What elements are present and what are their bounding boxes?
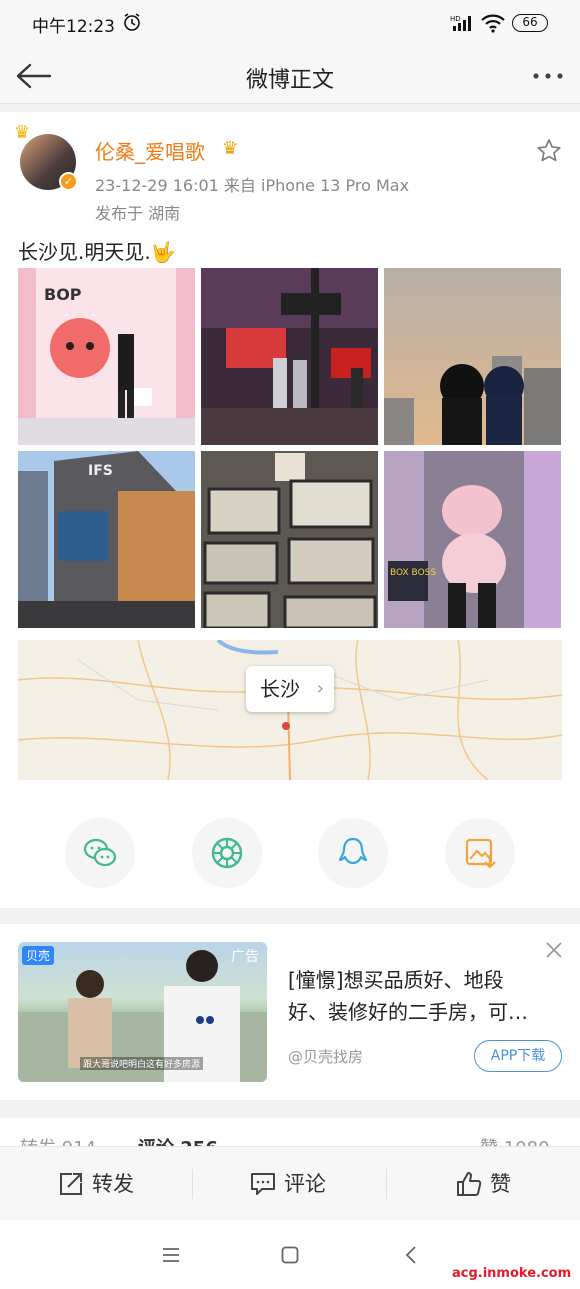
back-icon[interactable] bbox=[404, 1245, 418, 1265]
network-type: HD bbox=[450, 15, 461, 23]
watermark: acg.inmoke.com bbox=[452, 1266, 572, 1281]
photo-2[interactable] bbox=[201, 268, 378, 445]
wechat-icon bbox=[83, 838, 117, 867]
crown-icon: ♛ bbox=[14, 122, 31, 143]
forward-button[interactable]: 转发 bbox=[58, 1147, 168, 1221]
comment-label: 评论 bbox=[284, 1172, 326, 1196]
stats-bar: 转发 914 评论 256 赞 1080 bbox=[0, 1118, 580, 1148]
share-save-image-button[interactable] bbox=[445, 818, 515, 888]
share-moments-button[interactable] bbox=[192, 818, 262, 888]
username[interactable]: 伦桑_爱唱歌 bbox=[95, 136, 205, 165]
like-label: 赞 bbox=[490, 1172, 511, 1196]
more-icon[interactable] bbox=[530, 64, 566, 88]
signal-icon: HD bbox=[450, 14, 474, 36]
home-icon[interactable] bbox=[281, 1246, 299, 1264]
divider bbox=[192, 1169, 193, 1199]
forward-icon bbox=[60, 1173, 82, 1195]
favorite-star-icon[interactable] bbox=[536, 138, 562, 164]
like-button[interactable]: 赞 bbox=[456, 1147, 536, 1221]
comment-icon bbox=[251, 1173, 275, 1195]
ad-video-caption: 跟大哥说吧明白这有好多房源 bbox=[80, 1057, 204, 1070]
ad-source[interactable]: @贝壳找房 bbox=[288, 1046, 363, 1067]
menu-icon[interactable] bbox=[162, 1247, 180, 1263]
ad-brand-tag: 贝壳 bbox=[22, 946, 55, 965]
share-wechat-button[interactable] bbox=[65, 818, 135, 888]
share-qq-button[interactable] bbox=[318, 818, 388, 888]
chevron-right-icon: › bbox=[316, 678, 324, 699]
thumbs-up-icon bbox=[457, 1172, 482, 1196]
map-location-label: 长沙 bbox=[260, 677, 300, 701]
post-location: 发布于 湖南 bbox=[95, 204, 181, 223]
divider bbox=[386, 1169, 387, 1199]
alarm-icon bbox=[124, 13, 140, 31]
close-icon[interactable] bbox=[544, 940, 564, 960]
verified-badge-icon: ✓ bbox=[59, 172, 78, 191]
photo-3[interactable] bbox=[384, 268, 561, 445]
comment-button[interactable]: 评论 bbox=[250, 1147, 360, 1221]
qq-icon bbox=[338, 837, 368, 865]
forward-label: 转发 bbox=[92, 1172, 134, 1196]
status-bar: 中午12:23 HD 66 bbox=[0, 0, 580, 48]
action-bar: 转发 评论 赞 bbox=[0, 1146, 580, 1220]
post-card: ♛ ✓ 伦桑_爱唱歌 ♛ 23-12-29 16:01 来自 iPhone 13… bbox=[0, 112, 580, 908]
status-time: 中午12:23 bbox=[32, 17, 115, 37]
photo-5[interactable] bbox=[201, 451, 378, 628]
page-title: 微博正文 bbox=[245, 68, 334, 93]
photo-4[interactable]: IFS bbox=[18, 451, 195, 628]
post-text: 长沙见.明天见.🤟 bbox=[18, 240, 176, 264]
photo-sign-bop: BOP bbox=[44, 285, 82, 304]
map-location-tag[interactable]: 长沙 › bbox=[246, 666, 334, 712]
ad-label: 广告 bbox=[231, 949, 259, 965]
ad-title[interactable]: [憧憬]想买品质好、地段好、装修好的二手房，可… bbox=[288, 964, 536, 1028]
moments-icon bbox=[211, 837, 243, 869]
photo-sign-box-boss: BOX BOSS bbox=[390, 568, 436, 578]
photo-1[interactable]: BOP bbox=[18, 268, 195, 445]
location-map[interactable]: 长沙 › bbox=[18, 640, 562, 780]
ad-card[interactable]: 贝壳 广告 跟大哥说吧明白这有好多房源 [憧憬]想买品质好、地段好、装修好的二手… bbox=[0, 924, 580, 1100]
save-image-icon bbox=[465, 838, 496, 869]
wifi-icon bbox=[480, 13, 506, 37]
photo-6[interactable]: BOX BOSS bbox=[384, 451, 561, 628]
app-download-button[interactable]: APP下载 bbox=[474, 1040, 562, 1072]
battery-indicator: 66 bbox=[512, 14, 548, 32]
photo-sign-ifs: IFS bbox=[88, 463, 113, 479]
post-meta: 23-12-29 16:01 来自 iPhone 13 Pro Max bbox=[95, 176, 410, 195]
vip-crown-icon: ♛ bbox=[222, 138, 239, 159]
ad-image[interactable]: 贝壳 广告 跟大哥说吧明白这有好多房源 bbox=[18, 942, 267, 1082]
nav-bar: 微博正文 bbox=[0, 48, 580, 104]
